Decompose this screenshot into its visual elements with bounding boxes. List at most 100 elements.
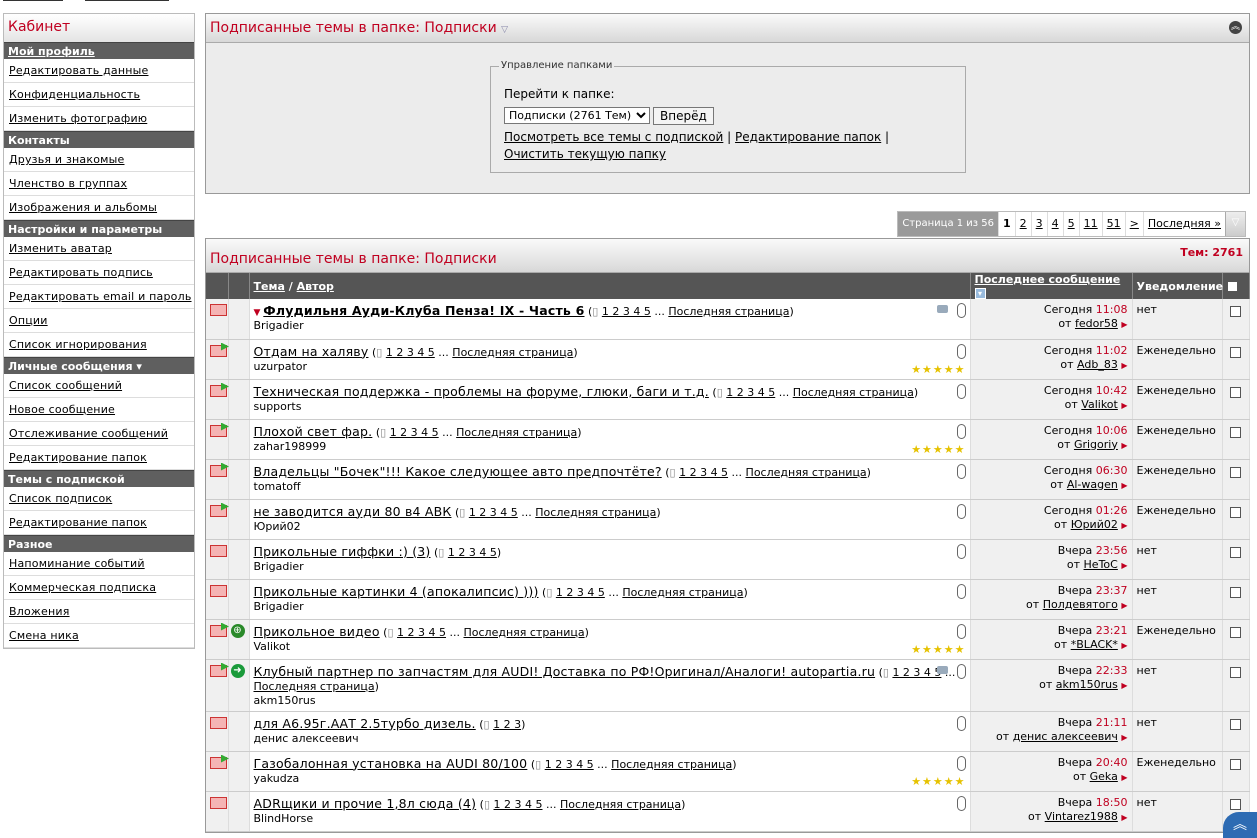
sidebar-item-link[interactable]: Список игнорирования bbox=[9, 338, 147, 351]
last-poster-link[interactable]: Valikot bbox=[1081, 398, 1118, 411]
last-poster-link[interactable]: Grigoriy bbox=[1074, 438, 1118, 451]
go-to-last-post-icon[interactable]: ▶ bbox=[1121, 561, 1127, 570]
sidebar-item-link[interactable]: Редактирование папок bbox=[9, 451, 147, 464]
sidebar-item-link[interactable]: Изображения и альбомы bbox=[9, 201, 157, 214]
page-link[interactable]: 1 bbox=[998, 212, 1015, 236]
last-page-link[interactable]: Последняя страница bbox=[456, 426, 577, 439]
sidebar-item-link[interactable]: Редактировать email и пароль bbox=[9, 290, 192, 303]
last-poster-link[interactable]: Adb_83 bbox=[1077, 358, 1118, 371]
topic-page-links[interactable]: 1 2 3 bbox=[493, 718, 521, 731]
last-poster-link[interactable]: fedor58 bbox=[1075, 317, 1118, 330]
edit-folders-link[interactable]: Редактирование папок bbox=[735, 130, 881, 144]
topic-page-links[interactable]: 1 2 3 4 5 bbox=[726, 386, 775, 399]
sidebar-item-link[interactable]: Опции bbox=[9, 314, 48, 327]
topic-page-links[interactable]: 1 2 3 4 5 bbox=[494, 798, 543, 811]
topic-page-links[interactable]: 1 2 3 4 5 bbox=[679, 466, 728, 479]
view-all-subscriptions-link[interactable]: Посмотреть все темы с подпиской bbox=[504, 130, 723, 144]
page-link[interactable]: 2 bbox=[1014, 212, 1031, 236]
topic-page-links[interactable]: 1 2 3 4 5 bbox=[602, 305, 651, 318]
top-link-stub[interactable] bbox=[3, 0, 63, 2]
sidebar-item-link[interactable]: Новое сообщение bbox=[9, 403, 115, 416]
row-checkbox[interactable] bbox=[1230, 586, 1241, 598]
last-poster-link[interactable]: HeToC bbox=[1084, 558, 1118, 571]
go-to-last-post-icon[interactable]: ▶ bbox=[1121, 361, 1127, 370]
sidebar-item-link[interactable]: Отслеживание сообщений bbox=[9, 427, 168, 440]
collapse-up-icon[interactable]: ︽ bbox=[1229, 21, 1242, 34]
sidebar-item-link[interactable]: Напоминание событий bbox=[9, 557, 145, 570]
sidebar-item-link[interactable]: Изменить фотографию bbox=[9, 112, 147, 125]
sidebar-item-link[interactable]: Конфиденциальность bbox=[9, 88, 140, 101]
sort-author-link[interactable]: Автор bbox=[297, 280, 334, 293]
topic-title-link[interactable]: Флудильня Ауди-Клуба Пенза! IX - Часть 6 bbox=[263, 303, 584, 318]
row-checkbox[interactable] bbox=[1230, 626, 1241, 638]
last-page-link[interactable]: Последняя страница bbox=[611, 758, 732, 771]
sidebar-item-link[interactable]: Коммерческая подписка bbox=[9, 581, 156, 594]
page-link[interactable]: Последняя » bbox=[1142, 212, 1225, 236]
last-page-link[interactable]: Последняя страница bbox=[535, 506, 656, 519]
go-to-last-post-icon[interactable]: ▶ bbox=[1121, 401, 1127, 410]
last-poster-link[interactable]: Al-wagen bbox=[1067, 478, 1118, 491]
go-to-last-post-icon[interactable]: ▶ bbox=[1121, 521, 1127, 530]
topic-title-link[interactable]: ADRщики и прочие 1,8л сюда (4) bbox=[254, 796, 477, 811]
go-to-last-post-icon[interactable]: ▶ bbox=[1121, 441, 1127, 450]
last-poster-link[interactable]: akm150rus bbox=[1056, 678, 1118, 691]
row-checkbox[interactable] bbox=[1230, 426, 1241, 438]
last-page-link[interactable]: Последняя страница bbox=[793, 386, 914, 399]
chevron-down-icon[interactable]: ▽ bbox=[1225, 212, 1245, 236]
page-link[interactable]: 4 bbox=[1046, 212, 1063, 236]
last-poster-link[interactable]: *BLACK* bbox=[1071, 638, 1118, 651]
select-all-checkbox[interactable] bbox=[1226, 280, 1238, 292]
row-checkbox[interactable] bbox=[1230, 718, 1241, 730]
last-poster-link[interactable]: Vintarez1988 bbox=[1045, 810, 1118, 823]
sidebar-item-link[interactable]: Смена ника bbox=[9, 629, 79, 642]
last-page-link[interactable]: Последняя страница bbox=[668, 305, 789, 318]
topic-page-links[interactable]: 1 2 3 4 5 bbox=[545, 758, 594, 771]
go-to-last-post-icon[interactable]: ▶ bbox=[1121, 601, 1127, 610]
topic-title-link[interactable]: Газобалонная установка на AUDI 80/100 bbox=[254, 756, 528, 771]
topic-page-links[interactable]: 1 2 3 4 5 bbox=[386, 346, 435, 359]
go-button[interactable]: Вперёд bbox=[653, 107, 714, 125]
panel-folder-link[interactable]: Подписки bbox=[424, 20, 496, 36]
last-poster-link[interactable]: денис алексеевич bbox=[1013, 730, 1118, 743]
go-to-last-post-icon[interactable]: ▶ bbox=[1121, 733, 1127, 742]
last-page-link[interactable]: Последняя страница bbox=[622, 586, 743, 599]
go-to-last-post-icon[interactable]: ▶ bbox=[1121, 481, 1127, 490]
last-page-link[interactable]: Последняя страница bbox=[464, 626, 585, 639]
topic-page-links[interactable]: 1 2 3 4 5 bbox=[469, 506, 518, 519]
row-checkbox[interactable] bbox=[1230, 346, 1241, 358]
last-poster-link[interactable]: Полдевятого bbox=[1043, 598, 1118, 611]
topic-title-link[interactable]: не заводится ауди 80 в4 АВК bbox=[254, 504, 452, 519]
sidebar-item-link[interactable]: Изменить аватар bbox=[9, 242, 112, 255]
topic-title-link[interactable]: Клубный партнер по запчастям для AUDI! Д… bbox=[254, 664, 876, 679]
sidebar-item-link[interactable]: Вложения bbox=[9, 605, 70, 618]
row-checkbox[interactable] bbox=[1230, 506, 1241, 518]
row-checkbox[interactable] bbox=[1230, 666, 1241, 678]
sidebar-item-link[interactable]: Друзья и знакомые bbox=[9, 153, 124, 166]
folder-select[interactable]: Подписки (2761 Тем) bbox=[504, 107, 650, 124]
last-page-link[interactable]: Последняя страница bbox=[452, 346, 573, 359]
page-link[interactable]: 3 bbox=[1030, 212, 1047, 236]
row-checkbox[interactable] bbox=[1230, 386, 1241, 398]
caret-down-icon[interactable]: ▼ bbox=[254, 308, 264, 318]
row-checkbox[interactable] bbox=[1230, 306, 1241, 317]
last-page-link[interactable]: Последняя страница bbox=[254, 680, 375, 693]
topic-title-link[interactable]: Плохой свет фар. bbox=[254, 424, 373, 439]
clear-folder-link[interactable]: Очистить текущую папку bbox=[504, 147, 666, 161]
row-checkbox[interactable] bbox=[1230, 466, 1241, 478]
topic-page-links[interactable]: 1 2 3 4 5 bbox=[448, 546, 497, 559]
chevron-down-icon[interactable]: ▽ bbox=[501, 25, 508, 35]
page-link[interactable]: > bbox=[1124, 212, 1143, 236]
topic-title-link[interactable]: Прикольное видео bbox=[254, 624, 380, 639]
go-to-last-post-icon[interactable]: ▶ bbox=[1121, 641, 1127, 650]
row-checkbox[interactable] bbox=[1230, 546, 1241, 558]
scroll-top-icon[interactable]: ︽ bbox=[1223, 812, 1257, 838]
sort-desc-icon[interactable]: ▾ bbox=[974, 288, 986, 299]
sidebar-item-link[interactable]: Членство в группах bbox=[9, 177, 127, 190]
topic-page-links[interactable]: 1 2 3 4 5 bbox=[397, 626, 446, 639]
page-link[interactable]: 5 bbox=[1062, 212, 1079, 236]
sidebar-item-link[interactable]: Редактировать подпись bbox=[9, 266, 153, 279]
sidebar-section-heading[interactable]: Мой профиль bbox=[4, 42, 194, 59]
last-poster-link[interactable]: Юрий02 bbox=[1071, 518, 1118, 531]
top-link-stub[interactable] bbox=[85, 0, 169, 2]
sort-last-post-link[interactable]: Последнее сообщение bbox=[975, 273, 1121, 286]
